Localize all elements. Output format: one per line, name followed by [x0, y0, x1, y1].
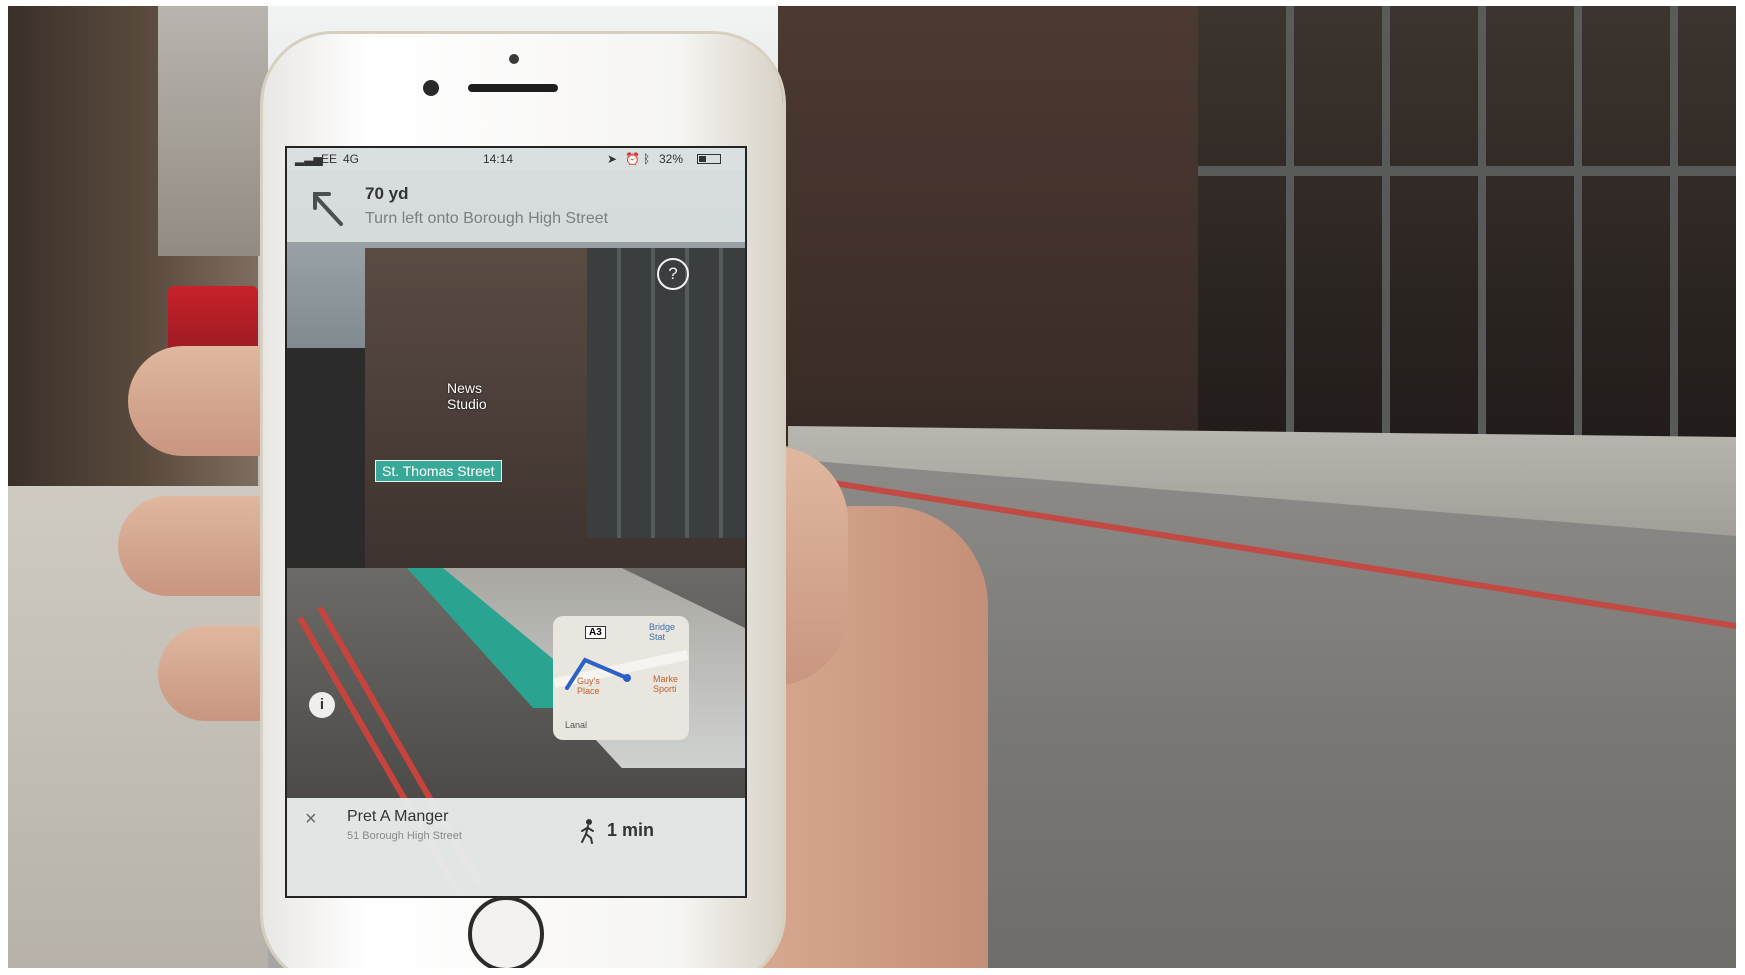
- phone: ▂▃▅ EE 4G 14:14 ➤ ⏰ ᛒ 32% 70 yd Turn lef…: [263, 34, 783, 968]
- map-label-guys: Guy's Place: [577, 676, 600, 696]
- destination-card: × Pret A Manger 51 Borough High Street 1…: [287, 798, 745, 896]
- status-bar: ▂▃▅ EE 4G 14:14 ➤ ⏰ ᛒ 32%: [287, 148, 745, 170]
- shopfront-windows: [1198, 6, 1736, 486]
- signal-icon: ▂▃▅: [295, 152, 323, 166]
- destination-name: Pret A Manger: [347, 808, 449, 825]
- proximity-sensor: [509, 54, 519, 64]
- road-badge: A3: [585, 626, 606, 639]
- poi-label: News Studio: [447, 380, 487, 412]
- shopfront-beam: [1198, 166, 1736, 176]
- help-button[interactable]: ?: [657, 258, 689, 290]
- walking-person-icon: [581, 819, 594, 844]
- ar-building-windows: [587, 248, 745, 538]
- street-photo: ▂▃▅ EE 4G 14:14 ➤ ⏰ ᛒ 32% 70 yd Turn lef…: [8, 6, 1736, 968]
- turn-distance: 70 yd: [365, 184, 409, 203]
- location-icon: ➤: [607, 152, 618, 166]
- navigation-banner: 70 yd Turn left onto Borough High Street: [287, 170, 745, 242]
- network-label: 4G: [343, 152, 360, 166]
- street-label: St. Thomas Street: [375, 460, 502, 482]
- time-label: 14:14: [483, 152, 514, 166]
- battery-label: 32%: [659, 152, 684, 166]
- front-camera: [423, 80, 439, 96]
- left-building-upper: [158, 6, 268, 256]
- home-button[interactable]: [468, 896, 544, 968]
- arrow-up-left-icon: [313, 192, 343, 226]
- map-label-market: Marke Sporti: [653, 674, 679, 694]
- battery-icon: [697, 154, 721, 164]
- phone-screen: ▂▃▅ EE 4G 14:14 ➤ ⏰ ᛒ 32% 70 yd Turn lef…: [285, 146, 747, 898]
- map-label-bottom: Lanal: [565, 720, 588, 730]
- destination-address: 51 Borough High Street: [347, 830, 462, 842]
- mini-map[interactable]: A3 Bridge Stat Guy's Place Marke Sporti: [553, 616, 689, 740]
- map-label-station: Bridge Stat: [649, 622, 676, 642]
- close-button[interactable]: ×: [305, 808, 317, 831]
- eta-label: 1 min: [607, 820, 655, 840]
- earpiece-speaker: [468, 84, 558, 92]
- carrier-label: EE: [321, 152, 338, 166]
- turn-instruction: Turn left onto Borough High Street: [365, 210, 609, 227]
- info-button[interactable]: i: [309, 692, 335, 718]
- alarm-icon: ⏰: [625, 152, 640, 166]
- bluetooth-icon: ᛒ: [643, 152, 651, 166]
